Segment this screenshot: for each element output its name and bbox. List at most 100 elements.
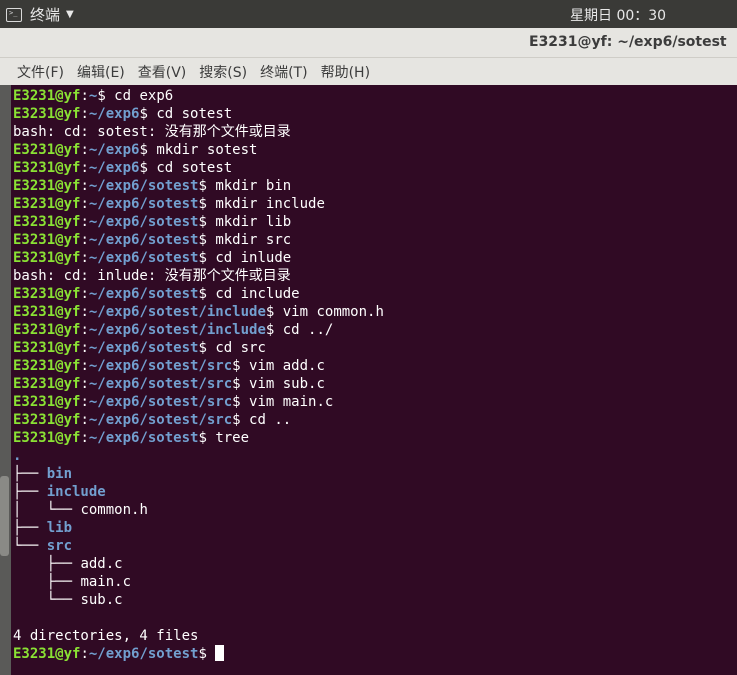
terminal-line: E3231@yf:~$ cd exp6: [13, 87, 737, 105]
terminal-line: E3231@yf:~/exp6$ mkdir sotest: [13, 141, 737, 159]
prompt-path: ~/exp6/sotest: [88, 430, 199, 446]
tree-branch: └──: [13, 538, 47, 554]
terminal-line: ├── bin: [13, 465, 737, 483]
prompt-path: ~/exp6/sotest: [88, 178, 199, 194]
command-text: mkdir sotest: [147, 142, 258, 158]
menu-view[interactable]: 查看(V): [138, 62, 187, 82]
prompt-symbol: $: [139, 106, 148, 122]
prompt-user: E3231@yf: [13, 376, 81, 392]
terminal-line: E3231@yf:~/exp6/sotest$: [13, 645, 737, 663]
prompt-user: E3231@yf: [13, 232, 81, 248]
menu-terminal[interactable]: 终端(T): [260, 62, 307, 82]
command-text: cd inlude: [206, 250, 292, 266]
tree-branch: ├──: [13, 556, 81, 572]
prompt-path: ~/exp6: [88, 160, 140, 176]
command-text: tree: [206, 430, 250, 446]
window-titlebar[interactable]: E3231@yf: ~/exp6/sotest: [0, 28, 737, 58]
prompt-path: ~/exp6: [88, 142, 140, 158]
prompt-symbol: $: [232, 376, 241, 392]
tree-file: common.h: [80, 502, 148, 518]
prompt-separator: :: [80, 286, 89, 302]
menu-file[interactable]: 文件(F): [17, 62, 64, 82]
prompt-separator: :: [80, 394, 89, 410]
prompt-symbol: $: [232, 358, 241, 374]
terminal-line: bash: cd: sotest: 没有那个文件或目录: [13, 123, 737, 141]
terminal-line: └── sub.c: [13, 591, 737, 609]
prompt-separator: :: [80, 304, 89, 320]
menu-edit[interactable]: 编辑(E): [77, 62, 125, 82]
prompt-user: E3231@yf: [13, 646, 81, 662]
prompt-symbol: $: [198, 196, 207, 212]
command-text: cd src: [206, 340, 266, 356]
command-text: cd include: [206, 286, 300, 302]
prompt-symbol: $: [139, 160, 148, 176]
prompt-user: E3231@yf: [13, 322, 81, 338]
app-menu[interactable]: >_ 终端 ▼: [6, 4, 74, 25]
clock[interactable]: 星期日 00：30: [570, 5, 666, 25]
prompt-user: E3231@yf: [13, 430, 81, 446]
launcher-handle[interactable]: [0, 476, 9, 556]
command-text: cd exp6: [105, 88, 174, 104]
prompt-separator: :: [80, 340, 89, 356]
prompt-separator: :: [80, 160, 89, 176]
menu-search[interactable]: 搜索(S): [199, 62, 247, 82]
prompt-path: ~/exp6: [88, 106, 140, 122]
prompt-separator: :: [80, 88, 89, 104]
terminal-line: E3231@yf:~/exp6/sotest$ mkdir src: [13, 231, 737, 249]
terminal-line: E3231@yf:~/exp6/sotest$ cd inlude: [13, 249, 737, 267]
command-text: cd sotest: [147, 160, 233, 176]
prompt-path: ~/exp6/sotest/include: [88, 304, 266, 320]
tree-file: sub.c: [80, 592, 123, 608]
chevron-down-icon: ▼: [66, 9, 74, 20]
terminal-line: E3231@yf:~/exp6/sotest$ tree: [13, 429, 737, 447]
terminal-line: │ └── common.h: [13, 501, 737, 519]
terminal-line: bash: cd: inlude: 没有那个文件或目录: [13, 267, 737, 285]
terminal-output[interactable]: E3231@yf:~$ cd exp6 E3231@yf:~/exp6$ cd s…: [11, 85, 737, 675]
command-text: cd ../: [274, 322, 334, 338]
command-text: mkdir include: [206, 196, 325, 212]
command-text: mkdir lib: [206, 214, 292, 230]
terminal-line: E3231@yf:~/exp6/sotest$ cd src: [13, 339, 737, 357]
menu-help[interactable]: 帮助(H): [321, 62, 370, 82]
terminal-line: E3231@yf:~/exp6/sotest/src$ cd ..: [13, 411, 737, 429]
prompt-symbol: $: [198, 430, 207, 446]
prompt-symbol: $: [139, 142, 148, 158]
prompt-user: E3231@yf: [13, 358, 81, 374]
prompt-separator: :: [80, 142, 89, 158]
prompt-separator: :: [80, 322, 89, 338]
terminal-line: E3231@yf:~/exp6/sotest/include$ cd ../: [13, 321, 737, 339]
tree-directory: .: [13, 448, 22, 464]
terminal-line: E3231@yf:~/exp6/sotest$ mkdir bin: [13, 177, 737, 195]
prompt-user: E3231@yf: [13, 340, 81, 356]
tree-branch: ├──: [13, 484, 47, 500]
tree-directory: lib: [46, 520, 73, 536]
terminal-line: .: [13, 447, 737, 465]
prompt-user: E3231@yf: [13, 412, 81, 428]
top-panel: >_ 终端 ▼ 星期日 00：30: [0, 0, 737, 28]
prompt-symbol: $: [198, 178, 207, 194]
prompt-user: E3231@yf: [13, 178, 81, 194]
terminal-line: E3231@yf:~/exp6/sotest$ mkdir lib: [13, 213, 737, 231]
prompt-separator: :: [80, 106, 89, 122]
prompt-separator: :: [80, 250, 89, 266]
terminal-line: E3231@yf:~/exp6$ cd sotest: [13, 105, 737, 123]
prompt-separator: :: [80, 412, 89, 428]
terminal-line: 4 directories, 4 files: [13, 627, 737, 645]
prompt-user: E3231@yf: [13, 88, 81, 104]
terminal-line: E3231@yf:~/exp6/sotest$ cd include: [13, 285, 737, 303]
prompt-user: E3231@yf: [13, 214, 81, 230]
prompt-path: ~/exp6/sotest: [88, 232, 199, 248]
prompt-separator: :: [80, 196, 89, 212]
tree-branch: ├──: [13, 574, 81, 590]
command-text: vim common.h: [274, 304, 384, 320]
terminal-line: E3231@yf:~/exp6/sotest$ mkdir include: [13, 195, 737, 213]
window-title: E3231@yf: ~/exp6/sotest: [529, 34, 727, 50]
prompt-user: E3231@yf: [13, 160, 81, 176]
terminal-cursor: [215, 645, 225, 661]
command-text: cd ..: [240, 412, 292, 428]
tree-file: main.c: [80, 574, 132, 590]
prompt-separator: :: [80, 430, 89, 446]
output-text: bash: cd: sotest: 没有那个文件或目录: [13, 124, 291, 140]
tree-branch: └──: [13, 592, 81, 608]
